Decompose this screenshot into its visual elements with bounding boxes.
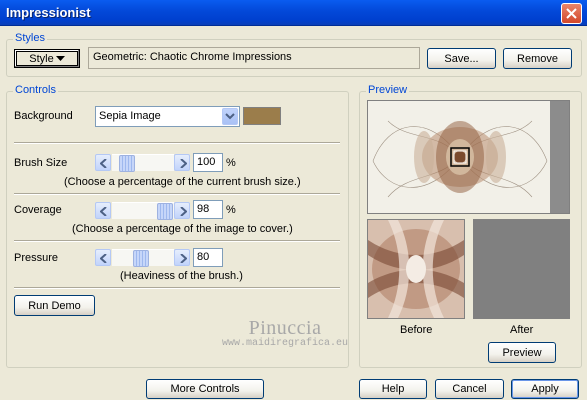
- coverage-label: Coverage: [14, 204, 62, 216]
- after-label: After: [510, 324, 534, 336]
- pressure-input[interactable]: 80: [193, 248, 223, 267]
- run-demo-button[interactable]: Run Demo: [14, 295, 95, 316]
- coverage-decrease-button[interactable]: [95, 202, 111, 219]
- arrow-right-icon: [180, 207, 187, 216]
- brush-size-slider[interactable]: [112, 154, 174, 172]
- preview-scrollbar[interactable]: [550, 101, 569, 213]
- coverage-increase-button[interactable]: [174, 202, 190, 219]
- arrow-right-icon: [180, 159, 187, 168]
- style-button[interactable]: Style: [14, 49, 80, 68]
- separator: [14, 142, 340, 144]
- arrow-right-icon: [180, 254, 187, 263]
- preset-name-field: Geometric: Chaotic Chrome Impressions: [88, 47, 420, 69]
- remove-button[interactable]: Remove: [503, 48, 572, 69]
- brush-size-label: Brush Size: [14, 157, 68, 169]
- brush-size-decrease-button[interactable]: [95, 154, 111, 171]
- style-button-label: Style: [29, 52, 54, 65]
- watermark: Pinuccia www.maidiregrafica.eu: [222, 317, 348, 349]
- watermark-url: www.maidiregrafica.eu: [222, 338, 349, 349]
- help-button[interactable]: Help: [359, 379, 427, 399]
- chevron-down-icon[interactable]: [222, 108, 238, 125]
- cancel-button[interactable]: Cancel: [435, 379, 504, 399]
- after-image: [473, 219, 570, 319]
- save-button[interactable]: Save...: [427, 48, 496, 69]
- title-bar[interactable]: Impressionist: [0, 0, 587, 26]
- pressure-slider[interactable]: [112, 249, 174, 267]
- brush-size-hint: (Choose a percentage of the current brus…: [64, 176, 301, 188]
- close-icon: [566, 8, 577, 19]
- coverage-hint: (Choose a percentage of the image to cov…: [72, 223, 293, 235]
- separator: [14, 240, 340, 242]
- coverage-input[interactable]: 98: [193, 200, 223, 219]
- before-preview-graphic: [368, 220, 464, 318]
- apply-button[interactable]: Apply: [511, 379, 579, 399]
- watermark-name: Pinuccia: [248, 317, 322, 339]
- coverage-unit: %: [226, 204, 236, 216]
- before-image: [367, 219, 465, 319]
- brush-size-slider-thumb[interactable]: [119, 155, 135, 172]
- close-button[interactable]: [561, 3, 582, 24]
- pressure-decrease-button[interactable]: [95, 249, 111, 266]
- pressure-slider-thumb[interactable]: [133, 250, 149, 267]
- styles-legend: Styles: [13, 32, 47, 44]
- pressure-label: Pressure: [14, 252, 59, 264]
- background-select-value: Sepia Image: [99, 110, 161, 122]
- dropdown-arrow-icon: [55, 55, 65, 61]
- background-select[interactable]: Sepia Image: [95, 106, 240, 127]
- controls-legend: Controls: [13, 84, 58, 96]
- pressure-increase-button[interactable]: [174, 249, 190, 266]
- fractal-preview-graphic: [368, 101, 552, 213]
- impressionist-dialog: Impressionist Styles Style Geometric: Ch…: [0, 0, 587, 400]
- coverage-slider-thumb[interactable]: [157, 203, 173, 220]
- window-title: Impressionist: [6, 5, 91, 20]
- separator: [14, 193, 340, 195]
- brush-size-increase-button[interactable]: [174, 154, 190, 171]
- arrow-left-icon: [100, 207, 107, 216]
- preview-button[interactable]: Preview: [488, 342, 556, 363]
- arrow-left-icon: [100, 159, 107, 168]
- pressure-hint: (Heaviness of the brush.): [120, 270, 243, 282]
- coverage-slider[interactable]: [112, 202, 174, 220]
- preview-image[interactable]: [367, 100, 570, 214]
- more-controls-button[interactable]: More Controls: [146, 379, 264, 399]
- arrow-left-icon: [100, 254, 107, 263]
- preview-legend: Preview: [366, 84, 410, 96]
- brush-size-unit: %: [226, 157, 236, 169]
- background-label: Background: [14, 110, 73, 122]
- brush-size-input[interactable]: 100: [193, 153, 223, 172]
- before-label: Before: [400, 324, 433, 336]
- background-color-swatch[interactable]: [243, 107, 281, 125]
- separator: [14, 287, 340, 289]
